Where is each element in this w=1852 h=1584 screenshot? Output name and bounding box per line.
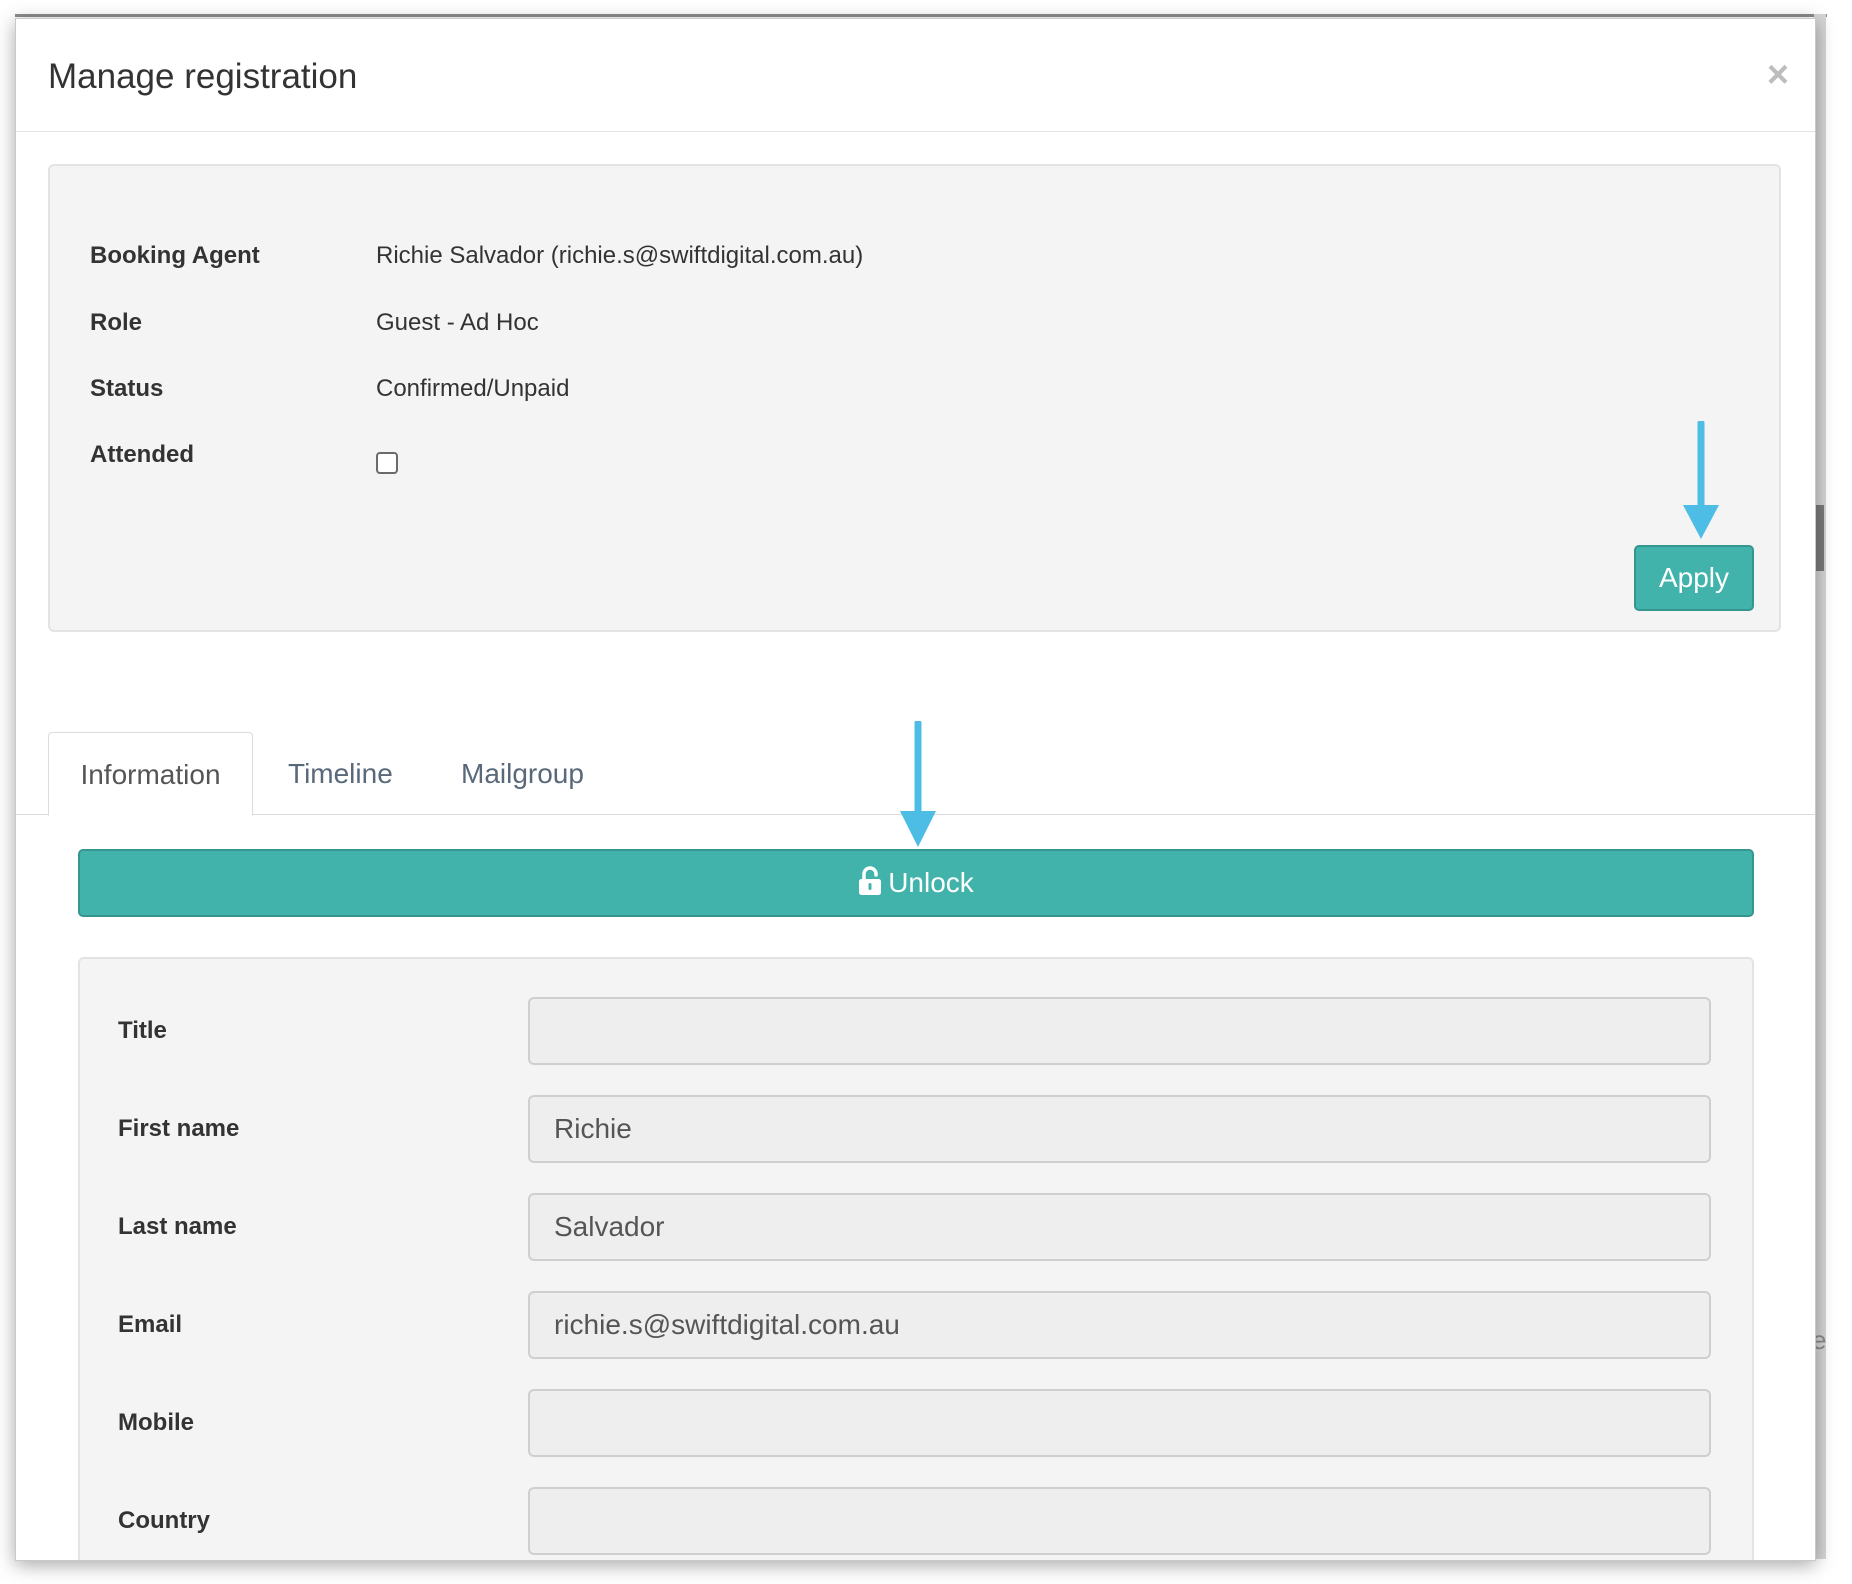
unlock-button[interactable]: Unlock bbox=[78, 849, 1754, 917]
attendee-info-form: Title First name Last name Email Mobile … bbox=[78, 957, 1754, 1560]
unlock-label: Unlock bbox=[888, 867, 974, 898]
mobile-label: Mobile bbox=[118, 1409, 194, 1436]
attended-label: Attended bbox=[90, 441, 194, 468]
registration-summary-panel: Booking Agent Richie Salvador (richie.s@… bbox=[48, 164, 1781, 632]
unlock-arrow-icon bbox=[900, 721, 936, 847]
tab-mailgroup[interactable]: Mailgroup bbox=[461, 732, 584, 815]
modal-header: Manage registration × bbox=[16, 19, 1815, 132]
close-button[interactable]: × bbox=[1758, 55, 1798, 95]
country-label: Country bbox=[118, 1507, 210, 1534]
backdrop-top-strip bbox=[15, 14, 1827, 17]
title-label: Title bbox=[118, 1017, 167, 1044]
apply-button[interactable]: Apply bbox=[1634, 545, 1754, 611]
mobile-field[interactable] bbox=[528, 1389, 1711, 1457]
title-field[interactable] bbox=[528, 997, 1711, 1065]
unlock-icon bbox=[859, 866, 882, 895]
booking-agent-value: Richie Salvador (richie.s@swiftdigital.c… bbox=[376, 242, 864, 269]
apply-arrow-icon bbox=[1683, 421, 1719, 539]
status-value: Confirmed/Unpaid bbox=[376, 375, 570, 402]
email-label: Email bbox=[118, 1311, 183, 1338]
role-label: Role bbox=[90, 309, 143, 336]
booking-agent-label: Booking Agent bbox=[90, 242, 260, 269]
status-label: Status bbox=[90, 375, 164, 402]
last-name-label: Last name bbox=[118, 1213, 237, 1240]
first-name-field[interactable] bbox=[528, 1095, 1711, 1163]
role-value: Guest - Ad Hoc bbox=[376, 309, 539, 336]
last-name-field[interactable] bbox=[528, 1193, 1711, 1261]
tab-timeline[interactable]: Timeline bbox=[288, 732, 393, 815]
tab-information[interactable]: Information bbox=[48, 732, 253, 816]
first-name-label: First name bbox=[118, 1115, 240, 1142]
email-field[interactable] bbox=[528, 1291, 1711, 1359]
manage-registration-modal: Manage registration × Booking Agent Rich… bbox=[15, 18, 1816, 1561]
modal-title: Manage registration bbox=[48, 57, 358, 96]
country-field[interactable] bbox=[528, 1487, 1711, 1555]
attended-checkbox[interactable] bbox=[376, 452, 398, 474]
